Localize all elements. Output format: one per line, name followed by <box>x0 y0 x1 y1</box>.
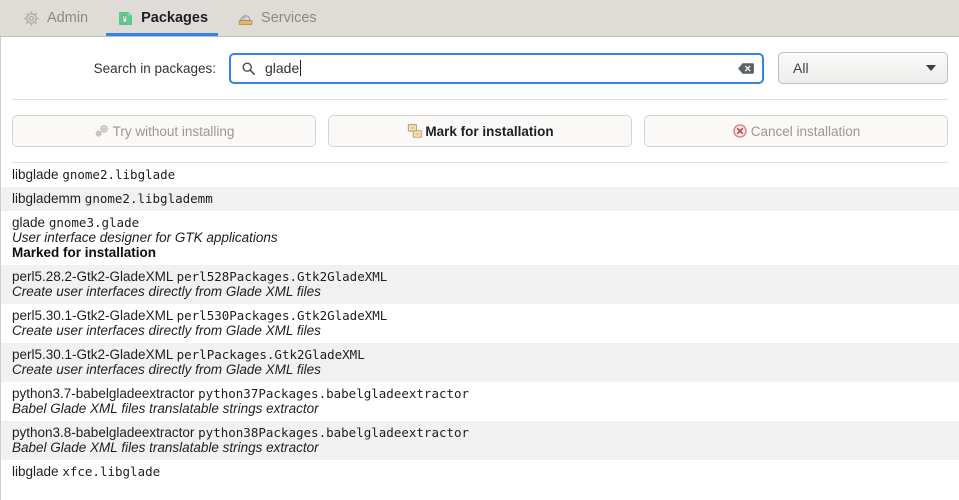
package-name-line: libglademm gnome2.libglademm <box>12 191 948 206</box>
tab-packages-label: Packages <box>141 10 209 26</box>
tab-services-label: Services <box>261 10 317 26</box>
tab-services[interactable]: Services <box>222 0 331 36</box>
package-list[interactable]: libglade gnome2.libglade libglademm gnome… <box>1 163 959 500</box>
filter-dropdown-value: All <box>793 60 809 76</box>
package-name-line: libglade xfce.libglade <box>12 464 948 479</box>
package-attribute-path: xfce.libglade <box>62 464 161 479</box>
package-name: python3.7-babelgladeextractor <box>12 386 195 401</box>
action-button-row: Try without installing Mark for installa… <box>1 100 959 162</box>
filter-dropdown[interactable]: All <box>778 52 948 84</box>
package-status: Marked for installation <box>12 245 157 260</box>
package-name: libglade <box>12 167 59 182</box>
tab-bar: Admin Packages Services <box>0 0 959 37</box>
package-name-line: python3.7-babelgladeextractor python37Pa… <box>12 386 948 401</box>
package-name-line: glade gnome3.glade <box>12 215 948 230</box>
package-name-line: perl5.30.1-Gtk2-GladeXML perl530Packages… <box>12 308 948 323</box>
package-name: python3.8-babelgladeextractor <box>12 425 195 440</box>
package-name-line: python3.8-babelgladeextractor python38Pa… <box>12 425 948 440</box>
mark-for-installation-label: Mark for installation <box>425 123 554 139</box>
package-description: Babel Glade XML files translatable strin… <box>12 440 319 455</box>
try-without-installing-label: Try without installing <box>112 123 235 139</box>
package-name: perl5.30.1-Gtk2-GladeXML <box>12 308 173 323</box>
package-row[interactable]: libglademm gnome2.libglademm <box>1 187 959 211</box>
package-description: Create user interfaces directly from Gla… <box>12 323 321 338</box>
search-input-value-wrap: glade <box>256 60 737 76</box>
package-row[interactable]: glade gnome3.glade User interface designe… <box>1 211 959 265</box>
package-attribute-path: perl530Packages.Gtk2GladeXML <box>176 308 388 323</box>
tab-packages[interactable]: Packages <box>102 0 222 36</box>
package-attribute-path: gnome2.libglademm <box>84 191 213 206</box>
try-without-installing-button[interactable]: Try without installing <box>12 115 316 147</box>
package-name: glade <box>12 215 46 230</box>
cancel-circle-icon <box>732 123 749 140</box>
gears-icon <box>94 123 111 140</box>
text-caret <box>300 60 302 76</box>
search-label: Search in packages: <box>93 60 216 76</box>
package-name-line: perl5.28.2-Gtk2-GladeXML perl528Packages… <box>12 269 948 284</box>
package-description: Create user interfaces directly from Gla… <box>12 284 321 299</box>
tab-admin-label: Admin <box>47 10 89 26</box>
mark-for-installation-button[interactable]: Mark for installation <box>328 115 632 147</box>
package-attribute-path: gnome3.glade <box>48 215 140 230</box>
package-name-line: libglade gnome2.libglade <box>12 167 948 182</box>
copy-boxes-icon <box>406 123 423 140</box>
search-input-value: glade <box>265 60 300 76</box>
package-row[interactable]: python3.8-babelgladeextractor python38Pa… <box>1 421 959 460</box>
search-input[interactable]: glade <box>229 52 764 84</box>
search-icon <box>240 60 256 76</box>
clear-backspace-icon[interactable] <box>737 59 755 77</box>
package-name: libglademm <box>12 191 82 206</box>
package-row[interactable]: perl5.30.1-Gtk2-GladeXML perlPackages.Gt… <box>1 343 959 382</box>
cancel-installation-label: Cancel installation <box>750 123 861 139</box>
services-icon <box>236 9 254 27</box>
package-row[interactable]: libglade gnome2.libglade <box>1 163 959 187</box>
package-name: libglade <box>12 464 59 479</box>
package-description: User interface designer for GTK applicat… <box>12 230 278 245</box>
gear-icon <box>22 9 40 27</box>
package-attribute-path: python37Packages.babelgladeextractor <box>198 386 470 401</box>
package-row[interactable]: perl5.28.2-Gtk2-GladeXML perl528Packages… <box>1 265 959 304</box>
search-row: Search in packages: glade All <box>1 37 959 99</box>
package-description: Babel Glade XML files translatable strin… <box>12 401 319 416</box>
package-name-line: perl5.30.1-Gtk2-GladeXML perlPackages.Gt… <box>12 347 948 362</box>
package-icon <box>116 9 134 27</box>
package-attribute-path: perlPackages.Gtk2GladeXML <box>176 347 365 362</box>
package-row[interactable]: libglade xfce.libglade <box>1 460 959 484</box>
package-attribute-path: python38Packages.babelgladeextractor <box>198 425 470 440</box>
package-name: perl5.30.1-Gtk2-GladeXML <box>12 347 173 362</box>
package-name: perl5.28.2-Gtk2-GladeXML <box>12 269 173 284</box>
package-row[interactable]: python3.7-babelgladeextractor python37Pa… <box>1 382 959 421</box>
package-description: Create user interfaces directly from Gla… <box>12 362 321 377</box>
cancel-installation-button[interactable]: Cancel installation <box>644 115 948 147</box>
packages-panel: Search in packages: glade All Try withou… <box>0 37 959 500</box>
package-attribute-path: gnome2.libglade <box>62 167 176 182</box>
package-attribute-path: perl528Packages.Gtk2GladeXML <box>176 269 388 284</box>
package-row[interactable]: perl5.30.1-Gtk2-GladeXML perl530Packages… <box>1 304 959 343</box>
chevron-down-icon <box>926 65 936 71</box>
tab-admin[interactable]: Admin <box>8 0 102 36</box>
